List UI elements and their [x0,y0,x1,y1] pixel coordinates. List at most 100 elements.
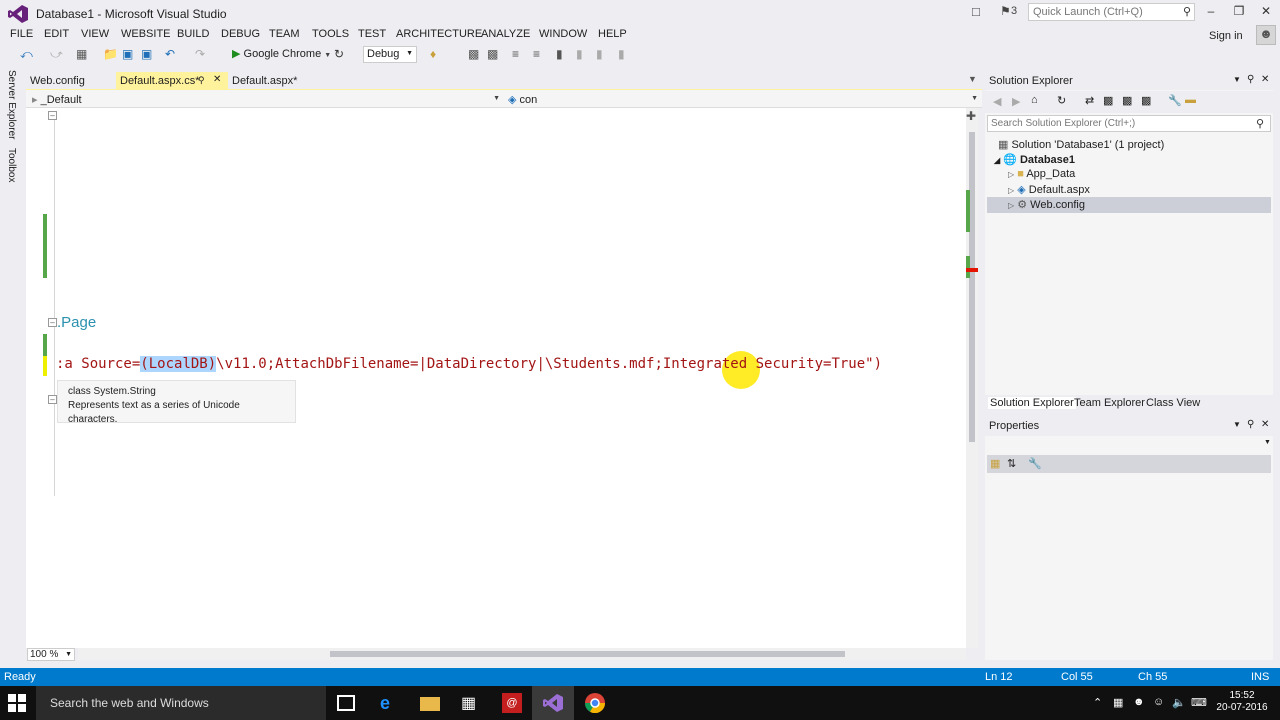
file-explorer-icon[interactable] [420,697,440,711]
maximize-button[interactable]: ❐ [1228,4,1250,18]
windows-start-icon[interactable] [8,694,26,712]
properties-icon[interactable]: 🔧 [1168,94,1182,107]
menu-analyze[interactable]: ANALYZE [481,28,530,40]
close-button[interactable]: ✕ [1255,4,1277,18]
chevron-down-icon[interactable]: ▼ [1233,420,1241,429]
notification-icon[interactable]: □ [972,4,980,19]
member-dropdown[interactable]: ◈ con ▼ [504,91,980,107]
home-icon[interactable]: ⌂ [1031,94,1038,106]
solution-explorer-search-input[interactable]: Search Solution Explorer (Ctrl+;) ⚲ [987,115,1271,132]
edge-browser-icon[interactable]: e [380,693,400,713]
zoom-dropdown[interactable]: 100 % ▼ [27,648,75,661]
forward-icon[interactable]: ▶ [1012,95,1020,108]
task-view-icon[interactable] [337,695,355,711]
tab-class-view[interactable]: Class View [1146,397,1200,409]
wifi-tray-icon[interactable]: ☺ [1153,696,1164,708]
taskbar-clock[interactable]: 15:52 20-07-2016 [1212,690,1272,714]
toggle-icon[interactable]: ▬ [1185,94,1196,106]
tree-project[interactable]: ◢ 🌐 Database1 [994,153,1075,166]
close-icon[interactable]: ✕ [1261,419,1269,430]
menu-build[interactable]: BUILD [177,28,209,40]
toolbar-window-icon[interactable]: ▩ [487,47,498,61]
redo-icon[interactable]: ↷ [195,47,205,61]
menu-tools[interactable]: TOOLS [312,28,349,40]
pin-icon[interactable]: ⚲ [198,75,205,86]
taskbar-search-box[interactable]: Search the web and Windows [36,686,326,720]
split-icon[interactable]: ✚ [966,109,976,123]
bookmark-next-icon[interactable]: ▮ [596,47,603,61]
tab-overflow-icon[interactable]: ▼ [968,74,977,84]
chevron-down-icon[interactable]: ▼ [1233,75,1241,84]
toolbox-tab[interactable]: Toolbox [6,148,17,182]
account-icon[interactable]: ☻ [1256,25,1276,45]
app-icon[interactable]: @ [502,693,522,713]
tab-default-aspx-cs[interactable]: Default.aspx.cs* ⚲ ✕ [116,72,228,90]
tree-item-default-aspx[interactable]: ▷ ◈ Default.aspx [1008,183,1090,196]
sign-in-link[interactable]: Sign in [1209,30,1243,42]
preview-icon[interactable]: ▩ [1141,94,1151,107]
tab-web-config[interactable]: Web.config [26,72,89,90]
code-editor[interactable] [26,108,966,648]
save-all-icon[interactable]: ▣ [141,47,152,61]
menu-file[interactable]: FILE [10,28,33,40]
new-project-icon[interactable]: ▦ [76,47,87,61]
menu-view[interactable]: VIEW [81,28,109,40]
feedback-flag-icon[interactable]: ⚑ [1000,4,1011,18]
menu-debug[interactable]: DEBUG [221,28,260,40]
collapse-icon[interactable]: – [48,395,57,404]
menu-edit[interactable]: EDIT [44,28,69,40]
menu-help[interactable]: HELP [598,28,627,40]
back-icon[interactable]: ⤺ [20,47,33,62]
keyboard-tray-icon[interactable]: ⌨ [1191,696,1207,709]
indent-icon[interactable]: ≡ [533,47,540,61]
minimize-button[interactable]: – [1200,4,1222,18]
toolbar-layout-icon[interactable]: ▩ [468,47,479,61]
show-hidden-icons[interactable]: ⌃ [1093,696,1102,709]
server-explorer-tab[interactable]: Server Explorer [6,70,17,139]
bookmark-icon[interactable]: ▮ [556,47,563,61]
refresh-icon[interactable]: ↻ [334,47,344,61]
tree-item-app-data[interactable]: ▷ ■ App_Data [1008,168,1075,180]
volume-tray-icon[interactable]: 🔈 [1172,696,1186,709]
run-button[interactable]: ▶ Google Chrome ▼ [232,47,331,60]
back-icon[interactable]: ◀ [993,95,1001,108]
connection-string-line[interactable]: :a Source=(LocalDB)\v11.0;AttachDbFilena… [56,356,882,372]
network-tray-icon[interactable]: ▦ [1113,696,1123,709]
bookmark-prev-icon[interactable]: ▮ [576,47,583,61]
tab-solution-explorer[interactable]: Solution Explorer [988,397,1076,409]
browser-link-icon[interactable]: ♦ [430,47,436,61]
visual-studio-taskbar-icon[interactable] [543,693,563,713]
menu-architecture[interactable]: ARCHITECTURE [396,28,482,40]
collapse-all-icon[interactable]: ▩ [1103,94,1113,107]
tree-item-web-config[interactable]: ▷ ⚙ Web.config [1008,198,1085,211]
quick-launch-input[interactable]: Quick Launch (Ctrl+Q) ⚲ [1028,3,1195,21]
chevron-down-icon[interactable]: ▼ [1264,439,1271,446]
close-icon[interactable]: ✕ [213,74,221,85]
menu-window[interactable]: WINDOW [539,28,587,40]
undo-icon[interactable]: ↶ [165,47,175,61]
menu-team[interactable]: TEAM [269,28,300,40]
pin-icon[interactable]: ⚲ [1247,74,1254,85]
refresh-icon[interactable]: ⇄ [1085,94,1094,107]
configuration-dropdown[interactable]: Debug ▼ [363,46,417,63]
forward-icon[interactable]: ⤻ [50,47,63,62]
chrome-icon[interactable] [585,693,605,713]
open-file-icon[interactable]: 📁 [103,47,118,61]
save-icon[interactable]: ▣ [122,47,133,61]
pin-icon[interactable]: ⚲ [1247,419,1254,430]
collapse-icon[interactable]: – [48,111,57,120]
menu-test[interactable]: TEST [358,28,386,40]
tab-team-explorer[interactable]: Team Explorer [1074,397,1145,409]
vertical-scroll-thumb[interactable] [969,132,975,442]
people-tray-icon[interactable]: ☻ [1133,696,1145,708]
alphabetical-icon[interactable]: ⇅ [1007,457,1016,470]
show-all-files-icon[interactable]: ▩ [1122,94,1132,107]
close-icon[interactable]: ✕ [1261,74,1269,85]
collapse-icon[interactable]: – [48,318,57,327]
property-pages-icon[interactable]: 🔧 [1028,457,1042,470]
class-dropdown[interactable]: ▸ _Default ▼ [28,91,502,107]
bookmark-clear-icon[interactable]: ▮ [618,47,625,61]
categorized-icon[interactable]: ▦ [990,457,1000,470]
store-icon[interactable]: ▦ [461,693,481,713]
menu-website[interactable]: WEBSITE [121,28,171,40]
